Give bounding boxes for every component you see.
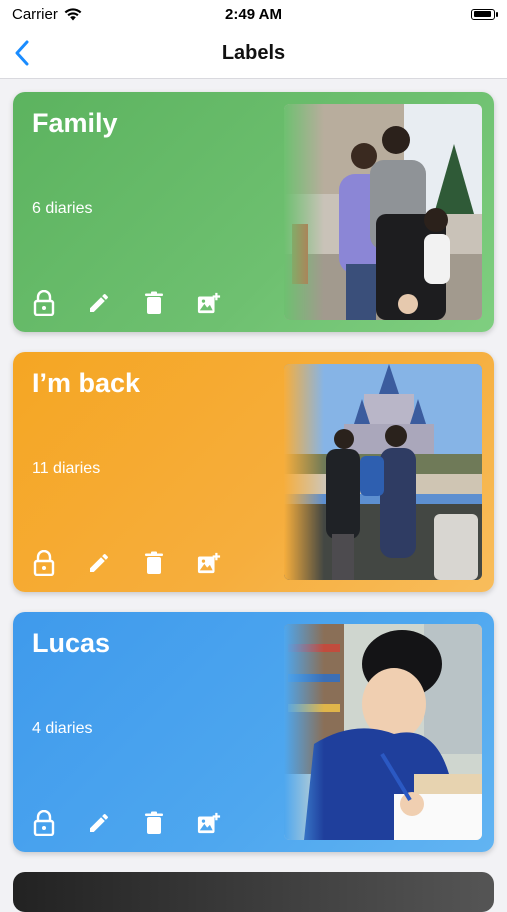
nav-bar: Labels xyxy=(0,28,507,79)
chevron-left-icon xyxy=(15,40,29,66)
photo-fade xyxy=(284,104,324,320)
label-photo xyxy=(284,104,482,320)
trash-icon xyxy=(145,811,163,834)
carrier-label: Carrier xyxy=(12,5,58,23)
edit-button[interactable] xyxy=(87,550,111,576)
label-card-partial[interactable] xyxy=(13,872,494,912)
back-button[interactable] xyxy=(14,38,38,68)
label-actions xyxy=(32,550,221,576)
add-photo-button[interactable] xyxy=(197,550,221,576)
add-photo-icon xyxy=(197,552,221,574)
label-title: I’m back xyxy=(32,368,141,398)
add-photo-button[interactable] xyxy=(197,810,221,836)
delete-button[interactable] xyxy=(142,550,166,576)
edit-button[interactable] xyxy=(87,290,111,316)
label-actions xyxy=(32,290,221,316)
label-card-lucas[interactable]: Lucas 4 diaries xyxy=(13,612,494,852)
add-photo-button[interactable] xyxy=(197,290,221,316)
lock-icon xyxy=(33,550,55,576)
photo-fade xyxy=(284,624,324,840)
lock-button[interactable] xyxy=(32,290,56,316)
trash-icon xyxy=(145,551,163,574)
edit-icon xyxy=(90,813,109,832)
delete-button[interactable] xyxy=(142,290,166,316)
label-title: Lucas xyxy=(32,628,111,658)
label-card-family[interactable]: Family 6 diaries xyxy=(13,92,494,332)
wifi-icon xyxy=(64,7,82,20)
add-photo-icon xyxy=(197,812,221,834)
edit-button[interactable] xyxy=(87,810,111,836)
battery-level xyxy=(473,11,491,17)
label-card-im-back[interactable]: I’m back 11 diaries xyxy=(13,352,494,592)
trash-icon xyxy=(145,291,163,314)
label-title: Family xyxy=(32,108,118,138)
lock-button[interactable] xyxy=(32,810,56,836)
label-photo xyxy=(284,624,482,840)
label-photo xyxy=(284,364,482,580)
status-bar: Carrier 2:49 AM xyxy=(0,0,507,28)
label-count: 6 diaries xyxy=(32,200,93,217)
lock-button[interactable] xyxy=(32,550,56,576)
label-count: 4 diaries xyxy=(32,720,93,737)
lock-icon xyxy=(33,290,55,316)
label-actions xyxy=(32,810,221,836)
edit-icon xyxy=(90,293,109,312)
edit-icon xyxy=(90,553,109,572)
photo-fade xyxy=(284,364,324,580)
delete-button[interactable] xyxy=(142,810,166,836)
page-title: Labels xyxy=(221,41,286,64)
battery-icon xyxy=(471,8,498,20)
label-count: 11 diaries xyxy=(32,460,101,477)
lock-icon xyxy=(33,810,55,836)
carrier-group: Carrier xyxy=(12,6,82,23)
add-photo-icon xyxy=(197,292,221,314)
